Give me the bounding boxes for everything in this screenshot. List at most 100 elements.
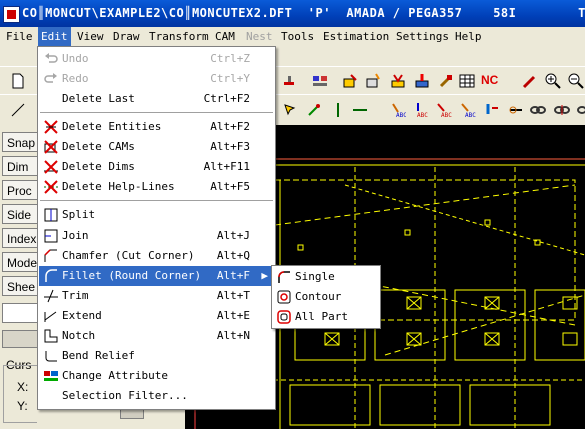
punch-tool-icon[interactable] bbox=[390, 73, 406, 89]
delete-cams-icon bbox=[44, 140, 58, 154]
vertical-line-icon[interactable] bbox=[330, 102, 346, 118]
menu-item-chamfer[interactable]: Chamfer (Cut Corner) Alt+Q bbox=[39, 246, 274, 266]
svg-text:ABC: ABC bbox=[465, 112, 476, 118]
window-title: CO║MONCUT\EXAMPLE2\CO║MONCUTEX2.DFT 'P' … bbox=[22, 6, 585, 20]
chain-break-icon[interactable] bbox=[554, 102, 570, 118]
menu-item-split[interactable]: Split bbox=[39, 205, 274, 225]
fillet-icon bbox=[45, 269, 57, 282]
menu-item-delete-cams[interactable]: Delete CAMs Alt+F3 bbox=[39, 137, 274, 157]
menu-separator bbox=[40, 112, 273, 114]
menu-file[interactable]: File bbox=[3, 27, 36, 46]
fillet-single-icon bbox=[278, 271, 290, 283]
submenu-item-all-part[interactable]: All Part bbox=[273, 307, 379, 327]
punch-set-icon[interactable] bbox=[414, 73, 430, 89]
hammer-icon[interactable] bbox=[282, 73, 298, 89]
menu-view[interactable]: View bbox=[74, 27, 107, 46]
index-button[interactable]: Index bbox=[2, 228, 38, 248]
punch-icon[interactable] bbox=[342, 73, 358, 89]
table-grid-icon[interactable] bbox=[459, 73, 475, 89]
submenu-item-contour[interactable]: Contour bbox=[273, 287, 379, 307]
svg-text:ABC: ABC bbox=[417, 112, 428, 118]
side-button[interactable]: Side bbox=[2, 204, 38, 224]
menu-item-delete-dims[interactable]: Delete Dims Alt+F11 bbox=[39, 157, 274, 177]
draw-line-icon[interactable] bbox=[10, 102, 26, 118]
fillet-contour-icon bbox=[277, 290, 291, 304]
delete-help-lines-icon bbox=[44, 180, 58, 194]
punch-add-icon[interactable] bbox=[365, 73, 381, 89]
menu-help[interactable]: Help bbox=[452, 27, 485, 46]
menu-item-delete-help-lines[interactable]: Delete Help-Lines Alt+F5 bbox=[39, 177, 274, 197]
menu-item-trim[interactable]: Trim Alt+T bbox=[39, 286, 274, 306]
app-icon[interactable] bbox=[3, 6, 20, 23]
menu-item-fillet[interactable]: Fillet (Round Corner) Alt+F ▶ bbox=[39, 266, 274, 286]
menu-item-redo[interactable]: Redo Ctrl+Y bbox=[39, 69, 274, 89]
menu-item-join[interactable]: Join Alt+J bbox=[39, 226, 274, 246]
sheet-button[interactable]: Shee bbox=[2, 276, 38, 296]
pen-tool-icon[interactable] bbox=[306, 102, 322, 118]
cursor-x-label: X: bbox=[17, 380, 29, 394]
extend-icon bbox=[44, 311, 57, 322]
cam-arrow-icon[interactable] bbox=[484, 102, 500, 118]
undo-icon bbox=[45, 53, 58, 63]
menu-estimation[interactable]: Estimation bbox=[320, 27, 392, 46]
snap-button[interactable]: Snap bbox=[2, 132, 38, 152]
delete-entities-icon bbox=[44, 120, 58, 134]
title-bar: CO║MONCUT\EXAMPLE2\CO║MONCUTEX2.DFT 'P' … bbox=[0, 0, 585, 27]
horizontal-line-icon[interactable] bbox=[352, 102, 368, 118]
menu-item-change-attribute[interactable]: Change Attribute bbox=[39, 366, 274, 386]
menu-tools[interactable]: Tools bbox=[278, 27, 317, 46]
side-input-box[interactable] bbox=[2, 303, 38, 323]
svg-text:ABC: ABC bbox=[396, 112, 406, 118]
mode-button[interactable]: Mode bbox=[2, 252, 38, 272]
pick-icon[interactable] bbox=[522, 73, 538, 89]
submenu-arrow-icon: ▶ bbox=[261, 269, 268, 282]
svg-text:ABC: ABC bbox=[441, 112, 452, 118]
menu-settings[interactable]: Settings bbox=[393, 27, 452, 46]
menu-cam[interactable]: CAM bbox=[212, 27, 238, 46]
cursor-y-label: Y: bbox=[17, 399, 28, 413]
menu-edit[interactable]: Edit bbox=[38, 27, 71, 46]
menu-draw[interactable]: Draw bbox=[110, 27, 143, 46]
split-icon bbox=[44, 208, 58, 222]
chain-more-icon[interactable] bbox=[576, 102, 585, 118]
redo-icon bbox=[44, 73, 57, 83]
menu-bar: File Edit View Draw Transform CAM Nest T… bbox=[0, 27, 585, 46]
new-file-icon[interactable] bbox=[10, 73, 26, 89]
side-slider[interactable] bbox=[2, 330, 38, 348]
menu-nest: Nest bbox=[246, 30, 273, 43]
menu-item-bend-relief[interactable]: Bend Relief bbox=[39, 346, 274, 366]
change-attribute-icon bbox=[44, 371, 58, 381]
tool-table-icon[interactable] bbox=[312, 73, 328, 89]
chamfer-icon bbox=[44, 249, 57, 262]
abc-tool-icon[interactable]: ABC bbox=[390, 102, 406, 118]
edit-menu: Undo Ctrl+Z Redo Ctrl+Y Delete Last Ctrl… bbox=[37, 46, 276, 410]
chain-link-icon[interactable] bbox=[530, 102, 546, 118]
cam-link-icon[interactable] bbox=[508, 102, 524, 118]
submenu-item-single[interactable]: Single bbox=[273, 267, 379, 287]
menu-separator bbox=[40, 200, 273, 202]
fillet-submenu: Single Contour All Part bbox=[271, 265, 381, 329]
delete-dims-icon bbox=[44, 160, 58, 174]
menu-item-delete-entities[interactable]: Delete Entities Alt+F2 bbox=[39, 117, 274, 137]
abc-slant-icon[interactable]: ABC bbox=[460, 102, 476, 118]
menu-item-extend[interactable]: Extend Alt+E bbox=[39, 306, 274, 326]
nc-button[interactable]: NC bbox=[481, 73, 498, 87]
dim-button[interactable]: Dim bbox=[2, 156, 38, 176]
menu-item-notch[interactable]: Notch Alt+N bbox=[39, 326, 274, 346]
trim-icon bbox=[44, 289, 58, 303]
fillet-all-part-icon bbox=[277, 310, 291, 324]
abc-diag-icon[interactable]: ABC bbox=[436, 102, 452, 118]
bend-relief-icon bbox=[45, 351, 57, 362]
menu-transform[interactable]: Transform bbox=[146, 27, 212, 46]
notch-icon bbox=[44, 329, 58, 343]
select-tool-icon[interactable] bbox=[282, 102, 298, 118]
zoom-in-icon[interactable] bbox=[545, 73, 561, 89]
proc-button[interactable]: Proc bbox=[2, 180, 38, 200]
menu-item-selection-filter[interactable]: Selection Filter... bbox=[39, 386, 274, 406]
zoom-out-icon[interactable] bbox=[568, 73, 584, 89]
join-icon bbox=[44, 229, 58, 243]
menu-item-delete-last[interactable]: Delete Last Ctrl+F2 bbox=[39, 89, 274, 109]
hammer-tool-icon[interactable] bbox=[438, 73, 454, 89]
abc-down-icon[interactable]: ABC bbox=[412, 102, 428, 118]
menu-item-undo[interactable]: Undo Ctrl+Z bbox=[39, 49, 274, 69]
